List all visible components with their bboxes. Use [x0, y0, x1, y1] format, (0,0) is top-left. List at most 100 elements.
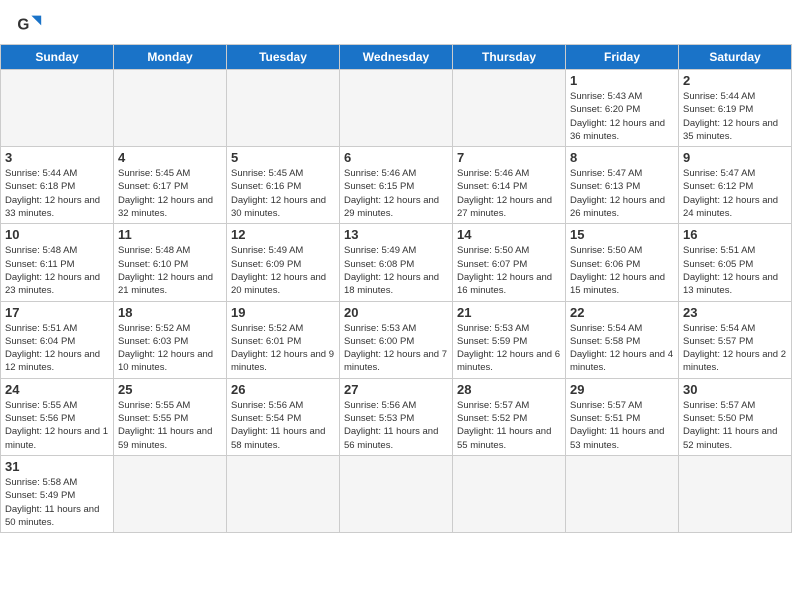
day-info: Sunrise: 5:51 AM Sunset: 6:04 PM Dayligh… — [5, 322, 109, 375]
day-number: 4 — [118, 150, 222, 165]
day-number: 1 — [570, 73, 674, 88]
day-info: Sunrise: 5:46 AM Sunset: 6:15 PM Dayligh… — [344, 167, 448, 220]
day-number: 14 — [457, 227, 561, 242]
calendar-cell — [679, 455, 792, 532]
calendar-cell: 3 Sunrise: 5:44 AM Sunset: 6:18 PM Daylig… — [1, 147, 114, 224]
day-number: 15 — [570, 227, 674, 242]
day-info: Sunrise: 5:55 AM Sunset: 5:55 PM Dayligh… — [118, 399, 222, 452]
calendar-cell: 15 Sunrise: 5:50 AM Sunset: 6:06 PM Dayli… — [566, 224, 679, 301]
logo: G — [16, 10, 48, 38]
calendar-cell: 4Sunrise: 5:45 AM Sunset: 6:17 PM Daylig… — [114, 147, 227, 224]
weekday-header-friday: Friday — [566, 45, 679, 70]
calendar-cell: 2Sunrise: 5:44 AM Sunset: 6:19 PM Daylig… — [679, 70, 792, 147]
calendar-cell — [566, 455, 679, 532]
day-number: 29 — [570, 382, 674, 397]
calendar-cell: 30 Sunrise: 5:57 AM Sunset: 5:50 PM Dayli… — [679, 378, 792, 455]
calendar-cell: 29Sunrise: 5:57 AM Sunset: 5:51 PM Dayli… — [566, 378, 679, 455]
logo-icon: G — [16, 10, 44, 38]
day-info: Sunrise: 5:52 AM Sunset: 6:01 PM Dayligh… — [231, 322, 335, 375]
calendar-cell — [114, 70, 227, 147]
day-info: Sunrise: 5:50 AM Sunset: 6:06 PM Dayligh… — [570, 244, 674, 297]
calendar-cell — [227, 455, 340, 532]
calendar-cell: 12 Sunrise: 5:49 AM Sunset: 6:09 PM Dayli… — [227, 224, 340, 301]
calendar-cell: 19 Sunrise: 5:52 AM Sunset: 6:01 PM Dayli… — [227, 301, 340, 378]
calendar-cell: 1Sunrise: 5:43 AM Sunset: 6:20 PM Daylig… — [566, 70, 679, 147]
day-number: 22 — [570, 305, 674, 320]
day-number: 19 — [231, 305, 335, 320]
calendar-cell — [453, 455, 566, 532]
day-info: Sunrise: 5:56 AM Sunset: 5:54 PM Dayligh… — [231, 399, 335, 452]
day-info: Sunrise: 5:46 AM Sunset: 6:14 PM Dayligh… — [457, 167, 561, 220]
day-number: 12 — [231, 227, 335, 242]
day-info: Sunrise: 5:52 AM Sunset: 6:03 PM Dayligh… — [118, 322, 222, 375]
day-info: Sunrise: 5:51 AM Sunset: 6:05 PM Dayligh… — [683, 244, 787, 297]
calendar-cell: 6 Sunrise: 5:46 AM Sunset: 6:15 PM Daylig… — [340, 147, 453, 224]
calendar-cell: 23 Sunrise: 5:54 AM Sunset: 5:57 PM Dayli… — [679, 301, 792, 378]
day-info: Sunrise: 5:44 AM Sunset: 6:18 PM Dayligh… — [5, 167, 109, 220]
calendar: SundayMondayTuesdayWednesdayThursdayFrid… — [0, 44, 792, 533]
day-info: Sunrise: 5:55 AM Sunset: 5:56 PM Dayligh… — [5, 399, 109, 452]
day-info: Sunrise: 5:50 AM Sunset: 6:07 PM Dayligh… — [457, 244, 561, 297]
calendar-week-row: 3 Sunrise: 5:44 AM Sunset: 6:18 PM Daylig… — [1, 147, 792, 224]
day-info: Sunrise: 5:49 AM Sunset: 6:08 PM Dayligh… — [344, 244, 448, 297]
day-info: Sunrise: 5:48 AM Sunset: 6:11 PM Dayligh… — [5, 244, 109, 297]
calendar-week-row: 10 Sunrise: 5:48 AM Sunset: 6:11 PM Dayli… — [1, 224, 792, 301]
day-number: 5 — [231, 150, 335, 165]
day-number: 18 — [118, 305, 222, 320]
calendar-cell: 28Sunrise: 5:57 AM Sunset: 5:52 PM Dayli… — [453, 378, 566, 455]
calendar-cell: 21Sunrise: 5:53 AM Sunset: 5:59 PM Dayli… — [453, 301, 566, 378]
day-info: Sunrise: 5:58 AM Sunset: 5:49 PM Dayligh… — [5, 476, 109, 529]
day-info: Sunrise: 5:49 AM Sunset: 6:09 PM Dayligh… — [231, 244, 335, 297]
weekday-header-saturday: Saturday — [679, 45, 792, 70]
day-number: 16 — [683, 227, 787, 242]
calendar-week-row: 17 Sunrise: 5:51 AM Sunset: 6:04 PM Dayli… — [1, 301, 792, 378]
day-number: 7 — [457, 150, 561, 165]
day-number: 3 — [5, 150, 109, 165]
day-info: Sunrise: 5:53 AM Sunset: 5:59 PM Dayligh… — [457, 322, 561, 375]
calendar-cell: 11Sunrise: 5:48 AM Sunset: 6:10 PM Dayli… — [114, 224, 227, 301]
day-info: Sunrise: 5:57 AM Sunset: 5:50 PM Dayligh… — [683, 399, 787, 452]
calendar-week-row: 31 Sunrise: 5:58 AM Sunset: 5:49 PM Dayli… — [1, 455, 792, 532]
day-number: 10 — [5, 227, 109, 242]
weekday-header-thursday: Thursday — [453, 45, 566, 70]
day-number: 17 — [5, 305, 109, 320]
day-number: 9 — [683, 150, 787, 165]
day-number: 23 — [683, 305, 787, 320]
calendar-cell — [340, 70, 453, 147]
day-info: Sunrise: 5:45 AM Sunset: 6:16 PM Dayligh… — [231, 167, 335, 220]
calendar-cell: 25 Sunrise: 5:55 AM Sunset: 5:55 PM Dayli… — [114, 378, 227, 455]
day-number: 27 — [344, 382, 448, 397]
calendar-cell: 27 Sunrise: 5:56 AM Sunset: 5:53 PM Dayli… — [340, 378, 453, 455]
day-number: 31 — [5, 459, 109, 474]
calendar-cell: 8Sunrise: 5:47 AM Sunset: 6:13 PM Daylig… — [566, 147, 679, 224]
weekday-header-sunday: Sunday — [1, 45, 114, 70]
weekday-header-monday: Monday — [114, 45, 227, 70]
day-info: Sunrise: 5:54 AM Sunset: 5:57 PM Dayligh… — [683, 322, 787, 375]
day-number: 6 — [344, 150, 448, 165]
calendar-cell — [114, 455, 227, 532]
day-info: Sunrise: 5:47 AM Sunset: 6:12 PM Dayligh… — [683, 167, 787, 220]
day-info: Sunrise: 5:44 AM Sunset: 6:19 PM Dayligh… — [683, 90, 787, 143]
calendar-cell: 7 Sunrise: 5:46 AM Sunset: 6:14 PM Daylig… — [453, 147, 566, 224]
day-number: 30 — [683, 382, 787, 397]
day-number: 26 — [231, 382, 335, 397]
weekday-header-tuesday: Tuesday — [227, 45, 340, 70]
calendar-cell: 9 Sunrise: 5:47 AM Sunset: 6:12 PM Daylig… — [679, 147, 792, 224]
calendar-cell: 20Sunrise: 5:53 AM Sunset: 6:00 PM Dayli… — [340, 301, 453, 378]
calendar-cell: 13Sunrise: 5:49 AM Sunset: 6:08 PM Dayli… — [340, 224, 453, 301]
day-number: 8 — [570, 150, 674, 165]
day-info: Sunrise: 5:53 AM Sunset: 6:00 PM Dayligh… — [344, 322, 448, 375]
calendar-cell: 16 Sunrise: 5:51 AM Sunset: 6:05 PM Dayli… — [679, 224, 792, 301]
calendar-cell: 22Sunrise: 5:54 AM Sunset: 5:58 PM Dayli… — [566, 301, 679, 378]
day-info: Sunrise: 5:48 AM Sunset: 6:10 PM Dayligh… — [118, 244, 222, 297]
day-number: 24 — [5, 382, 109, 397]
calendar-cell: 17 Sunrise: 5:51 AM Sunset: 6:04 PM Dayli… — [1, 301, 114, 378]
day-info: Sunrise: 5:56 AM Sunset: 5:53 PM Dayligh… — [344, 399, 448, 452]
weekday-header-wednesday: Wednesday — [340, 45, 453, 70]
calendar-cell: 24 Sunrise: 5:55 AM Sunset: 5:56 PM Dayli… — [1, 378, 114, 455]
day-info: Sunrise: 5:57 AM Sunset: 5:52 PM Dayligh… — [457, 399, 561, 452]
calendar-cell: 31 Sunrise: 5:58 AM Sunset: 5:49 PM Dayli… — [1, 455, 114, 532]
calendar-cell: 5 Sunrise: 5:45 AM Sunset: 6:16 PM Daylig… — [227, 147, 340, 224]
calendar-week-row: 24 Sunrise: 5:55 AM Sunset: 5:56 PM Dayli… — [1, 378, 792, 455]
day-number: 25 — [118, 382, 222, 397]
